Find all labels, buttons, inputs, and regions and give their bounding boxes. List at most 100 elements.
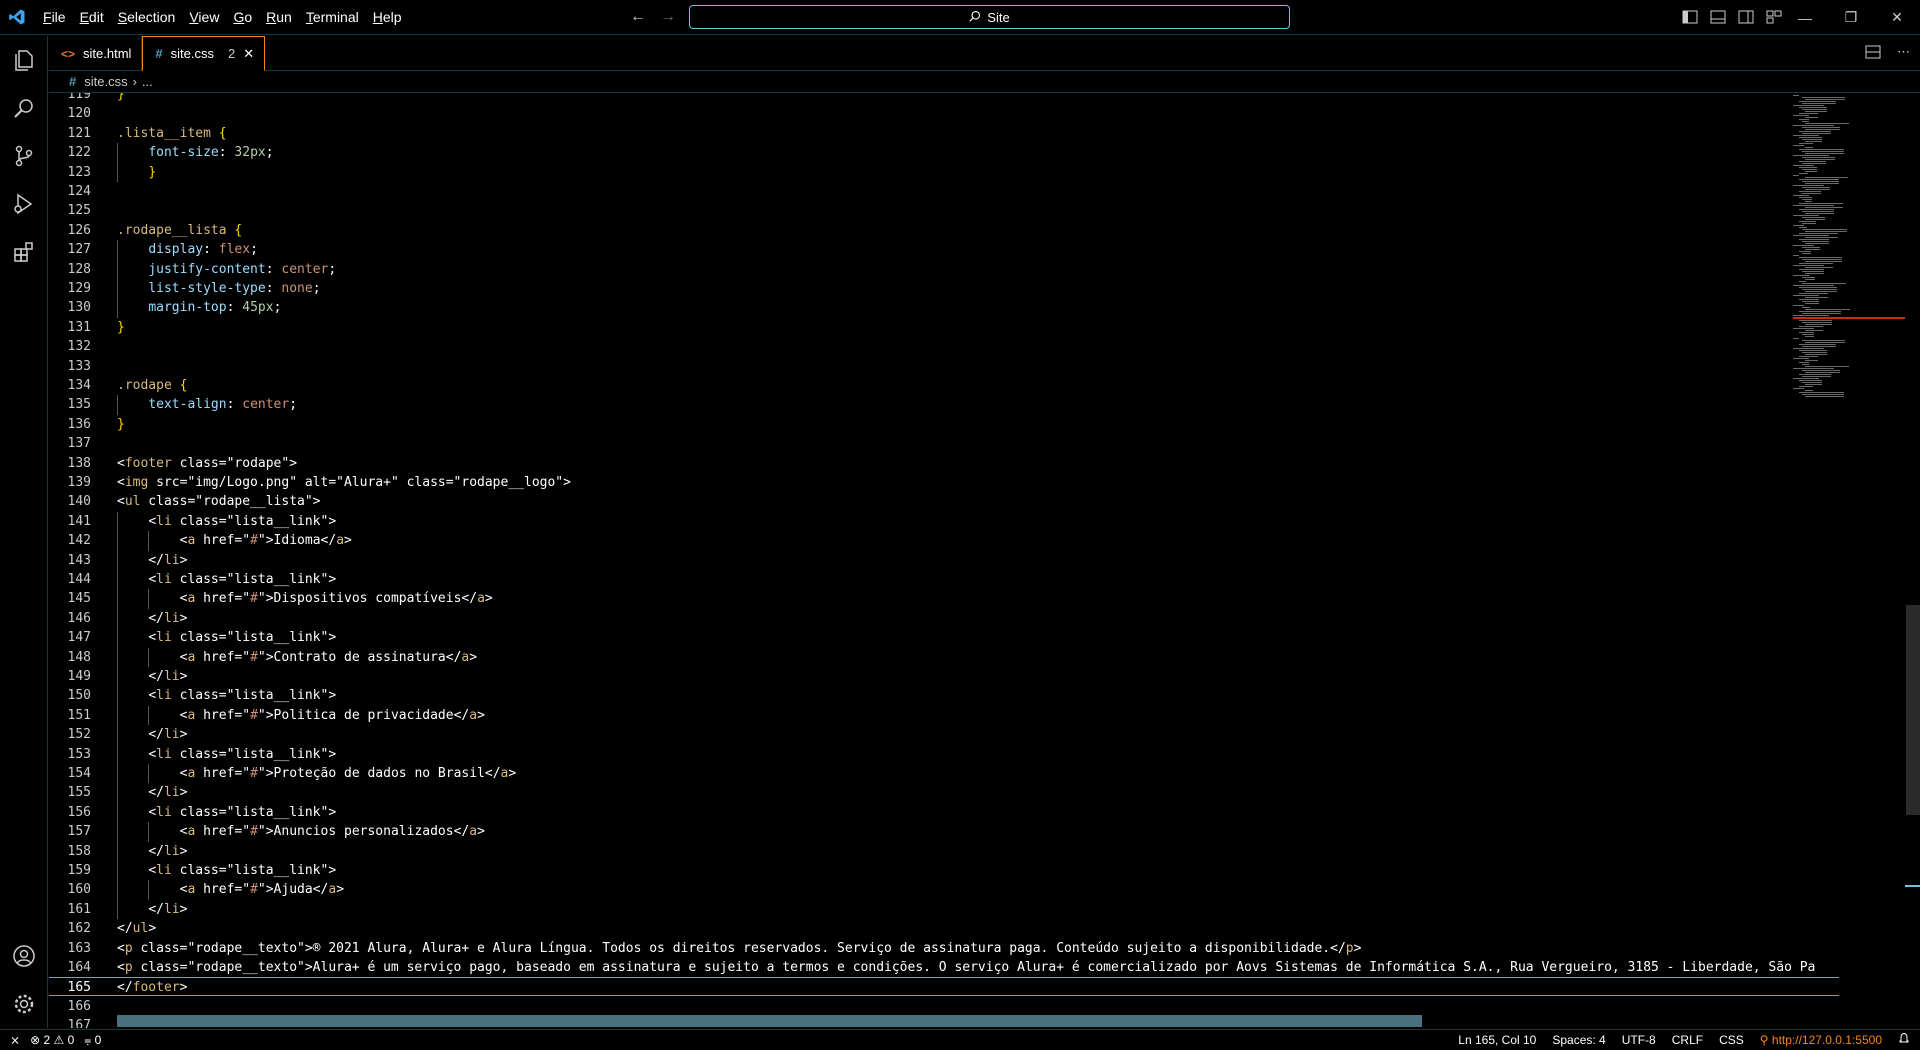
explorer-icon[interactable] [0, 36, 48, 84]
code-line[interactable]: 149 </li> [49, 667, 1839, 687]
scrollbar-thumb[interactable] [1906, 605, 1920, 815]
menu-item-view[interactable]: View [182, 5, 226, 29]
code-line[interactable]: 133 [49, 357, 1839, 376]
minimap-line [1799, 233, 1838, 234]
code-line[interactable]: 152 </li> [49, 725, 1839, 745]
indentation[interactable]: Spaces: 4 [1552, 1033, 1605, 1047]
menu-item-run[interactable]: Run [259, 5, 299, 29]
code-line[interactable]: 161 </li> [49, 899, 1839, 920]
extensions-icon[interactable] [0, 228, 48, 276]
code-line[interactable]: 129 list-style-type: none; [49, 279, 1839, 299]
code-line[interactable]: 155 </li> [49, 783, 1839, 803]
code-line[interactable]: 148 <a href="#">Contrato de assinatura</a… [49, 647, 1839, 667]
restore-icon[interactable]: ❐ [1828, 0, 1874, 35]
code-line[interactable]: 157 <a href="#">Anuncios personalizados</… [49, 822, 1839, 842]
code-line[interactable]: 128 justify-content: center; [49, 259, 1839, 279]
code-line[interactable]: 142 <a href="#">Idioma</a> [49, 531, 1839, 551]
code-line[interactable]: 121 .lista__item { [49, 124, 1839, 143]
code-line[interactable]: 135 text-align: center; [49, 395, 1839, 415]
remote-icon[interactable]: ⨯ [10, 1033, 20, 1047]
accounts-icon[interactable] [0, 932, 48, 980]
manage-gear-icon[interactable] [0, 980, 48, 1028]
code-line[interactable]: 130 margin-top: 45px; [49, 298, 1839, 318]
code-line[interactable]: 145 <a href="#">Dispositivos compatíveis<… [49, 589, 1839, 609]
code-line[interactable]: 140 <ul class="rodape__lista"> [49, 492, 1839, 511]
breadcrumb-file[interactable]: site.css [84, 74, 127, 89]
minimap-line [1802, 187, 1830, 188]
menu-item-terminal[interactable]: Terminal [299, 5, 366, 29]
code-line[interactable]: 166 [49, 997, 1839, 1016]
command-center-search[interactable]: Site [689, 5, 1290, 29]
encoding[interactable]: UTF-8 [1622, 1033, 1656, 1047]
ports-status[interactable]: ⩦ 0 [84, 1033, 101, 1048]
code-line[interactable]: 156 <li class="lista__link"> [49, 802, 1839, 823]
tab-site-css[interactable]: # site.css 2 ✕ [142, 36, 266, 71]
minimap[interactable] [1793, 93, 1905, 423]
vertical-scrollbar[interactable] [1905, 93, 1920, 1028]
cursor-position[interactable]: Ln 165, Col 10 [1458, 1033, 1536, 1047]
code-line[interactable]: 137 [49, 434, 1839, 453]
language-mode[interactable]: CSS [1719, 1033, 1744, 1047]
code-line[interactable]: 134 .rodape { [49, 376, 1839, 395]
close-tab-icon[interactable]: ✕ [243, 46, 254, 62]
code-line[interactable]: 120 [49, 104, 1839, 123]
minimize-icon[interactable]: — [1782, 0, 1828, 35]
code-line[interactable]: 132 [49, 337, 1839, 356]
source-control-icon[interactable] [0, 132, 48, 180]
code-line[interactable]: 147 <li class="lista__link"> [49, 628, 1839, 648]
code-line[interactable]: 141 <li class="lista__link"> [49, 511, 1839, 532]
code-line[interactable]: 136} [49, 415, 1839, 434]
menu-item-edit[interactable]: Edit [73, 5, 111, 29]
code-line[interactable]: 122 font-size: 32px; [49, 143, 1839, 163]
live-server-status[interactable]: ⚲ http://127.0.0.1:5500 [1760, 1033, 1882, 1047]
toggle-primary-sidebar-icon[interactable] [1680, 7, 1700, 27]
code-line[interactable]: 126 .rodape__lista { [49, 221, 1839, 240]
code-line[interactable]: 125 [49, 201, 1839, 220]
code-line[interactable]: 146 </li> [49, 608, 1839, 629]
toggle-panel-icon[interactable] [1708, 7, 1728, 27]
menu-item-selection[interactable]: Selection [111, 5, 183, 29]
code-line[interactable]: 143 </li> [49, 550, 1839, 570]
code-line[interactable]: 160 <a href="#">Ajuda</a> [49, 880, 1839, 900]
code-line[interactable]: 150 <li class="lista__link"> [49, 686, 1839, 706]
code-editor[interactable]: 119} 120 121 .lista__item {122 font-size: 32… [49, 93, 1920, 1028]
problems-status[interactable]: ⊗ 2 ⚠ 0 [30, 1033, 74, 1047]
code-line[interactable]: 153 <li class="lista__link"> [49, 744, 1839, 764]
horizontal-scrollbar[interactable] [117, 1015, 1422, 1027]
code-line[interactable]: 159 <li class="lista__link"> [49, 861, 1839, 881]
tab-site-html[interactable]: <> site.html [49, 36, 143, 71]
code-line[interactable]: 163 <p class="rodape__texto">® 2021 Alura… [49, 939, 1839, 958]
end-of-line[interactable]: CRLF [1672, 1033, 1703, 1047]
back-arrow-icon[interactable]: ← [630, 8, 646, 26]
code-line[interactable]: 154 <a href="#">Proteção de dados no Bras… [49, 764, 1839, 784]
minimap-line [1802, 370, 1840, 371]
code-line[interactable]: 164 <p class="rodape__texto">Alura+ é um … [49, 958, 1839, 977]
code-line[interactable]: 162 </ul> [49, 919, 1839, 938]
code-line[interactable]: 127 display: flex; [49, 240, 1839, 260]
close-window-icon[interactable]: ✕ [1874, 0, 1920, 35]
notifications-bell-icon[interactable] [1898, 1032, 1910, 1047]
menu-item-go[interactable]: Go [226, 5, 259, 29]
code-line[interactable]: 131} [49, 318, 1839, 337]
code-line[interactable]: 139 <img src="img/Logo.png" alt="Alura+" … [49, 473, 1839, 492]
code-line[interactable]: 165 </footer> [49, 977, 1839, 997]
menu-item-help[interactable]: Help [366, 5, 409, 29]
line-number: 155 [67, 785, 91, 801]
code-line[interactable]: 123} [49, 162, 1839, 182]
toggle-secondary-sidebar-icon[interactable] [1736, 7, 1756, 27]
forward-arrow-icon[interactable]: → [660, 8, 676, 26]
code-line[interactable]: 144 <li class="lista__link"> [49, 570, 1839, 590]
customize-layout-icon[interactable] [1764, 7, 1784, 27]
code-line[interactable]: 138 <footer class="rodape"> [49, 454, 1839, 473]
split-editor-icon[interactable] [1865, 44, 1881, 63]
breadcrumb-symbol[interactable]: ... [142, 74, 153, 89]
code-line[interactable]: 119} [49, 93, 1839, 104]
run-debug-icon[interactable] [0, 180, 48, 228]
code-line[interactable]: 124 [49, 182, 1839, 201]
more-actions-icon[interactable]: ⋯ [1897, 44, 1910, 63]
code-line[interactable]: 151 <a href="#">Politica de privacidade</… [49, 705, 1839, 726]
minimap-line [1802, 109, 1827, 110]
search-view-icon[interactable] [0, 84, 48, 132]
code-line[interactable]: 158 </li> [49, 841, 1839, 861]
menu-item-file[interactable]: File [36, 5, 73, 29]
